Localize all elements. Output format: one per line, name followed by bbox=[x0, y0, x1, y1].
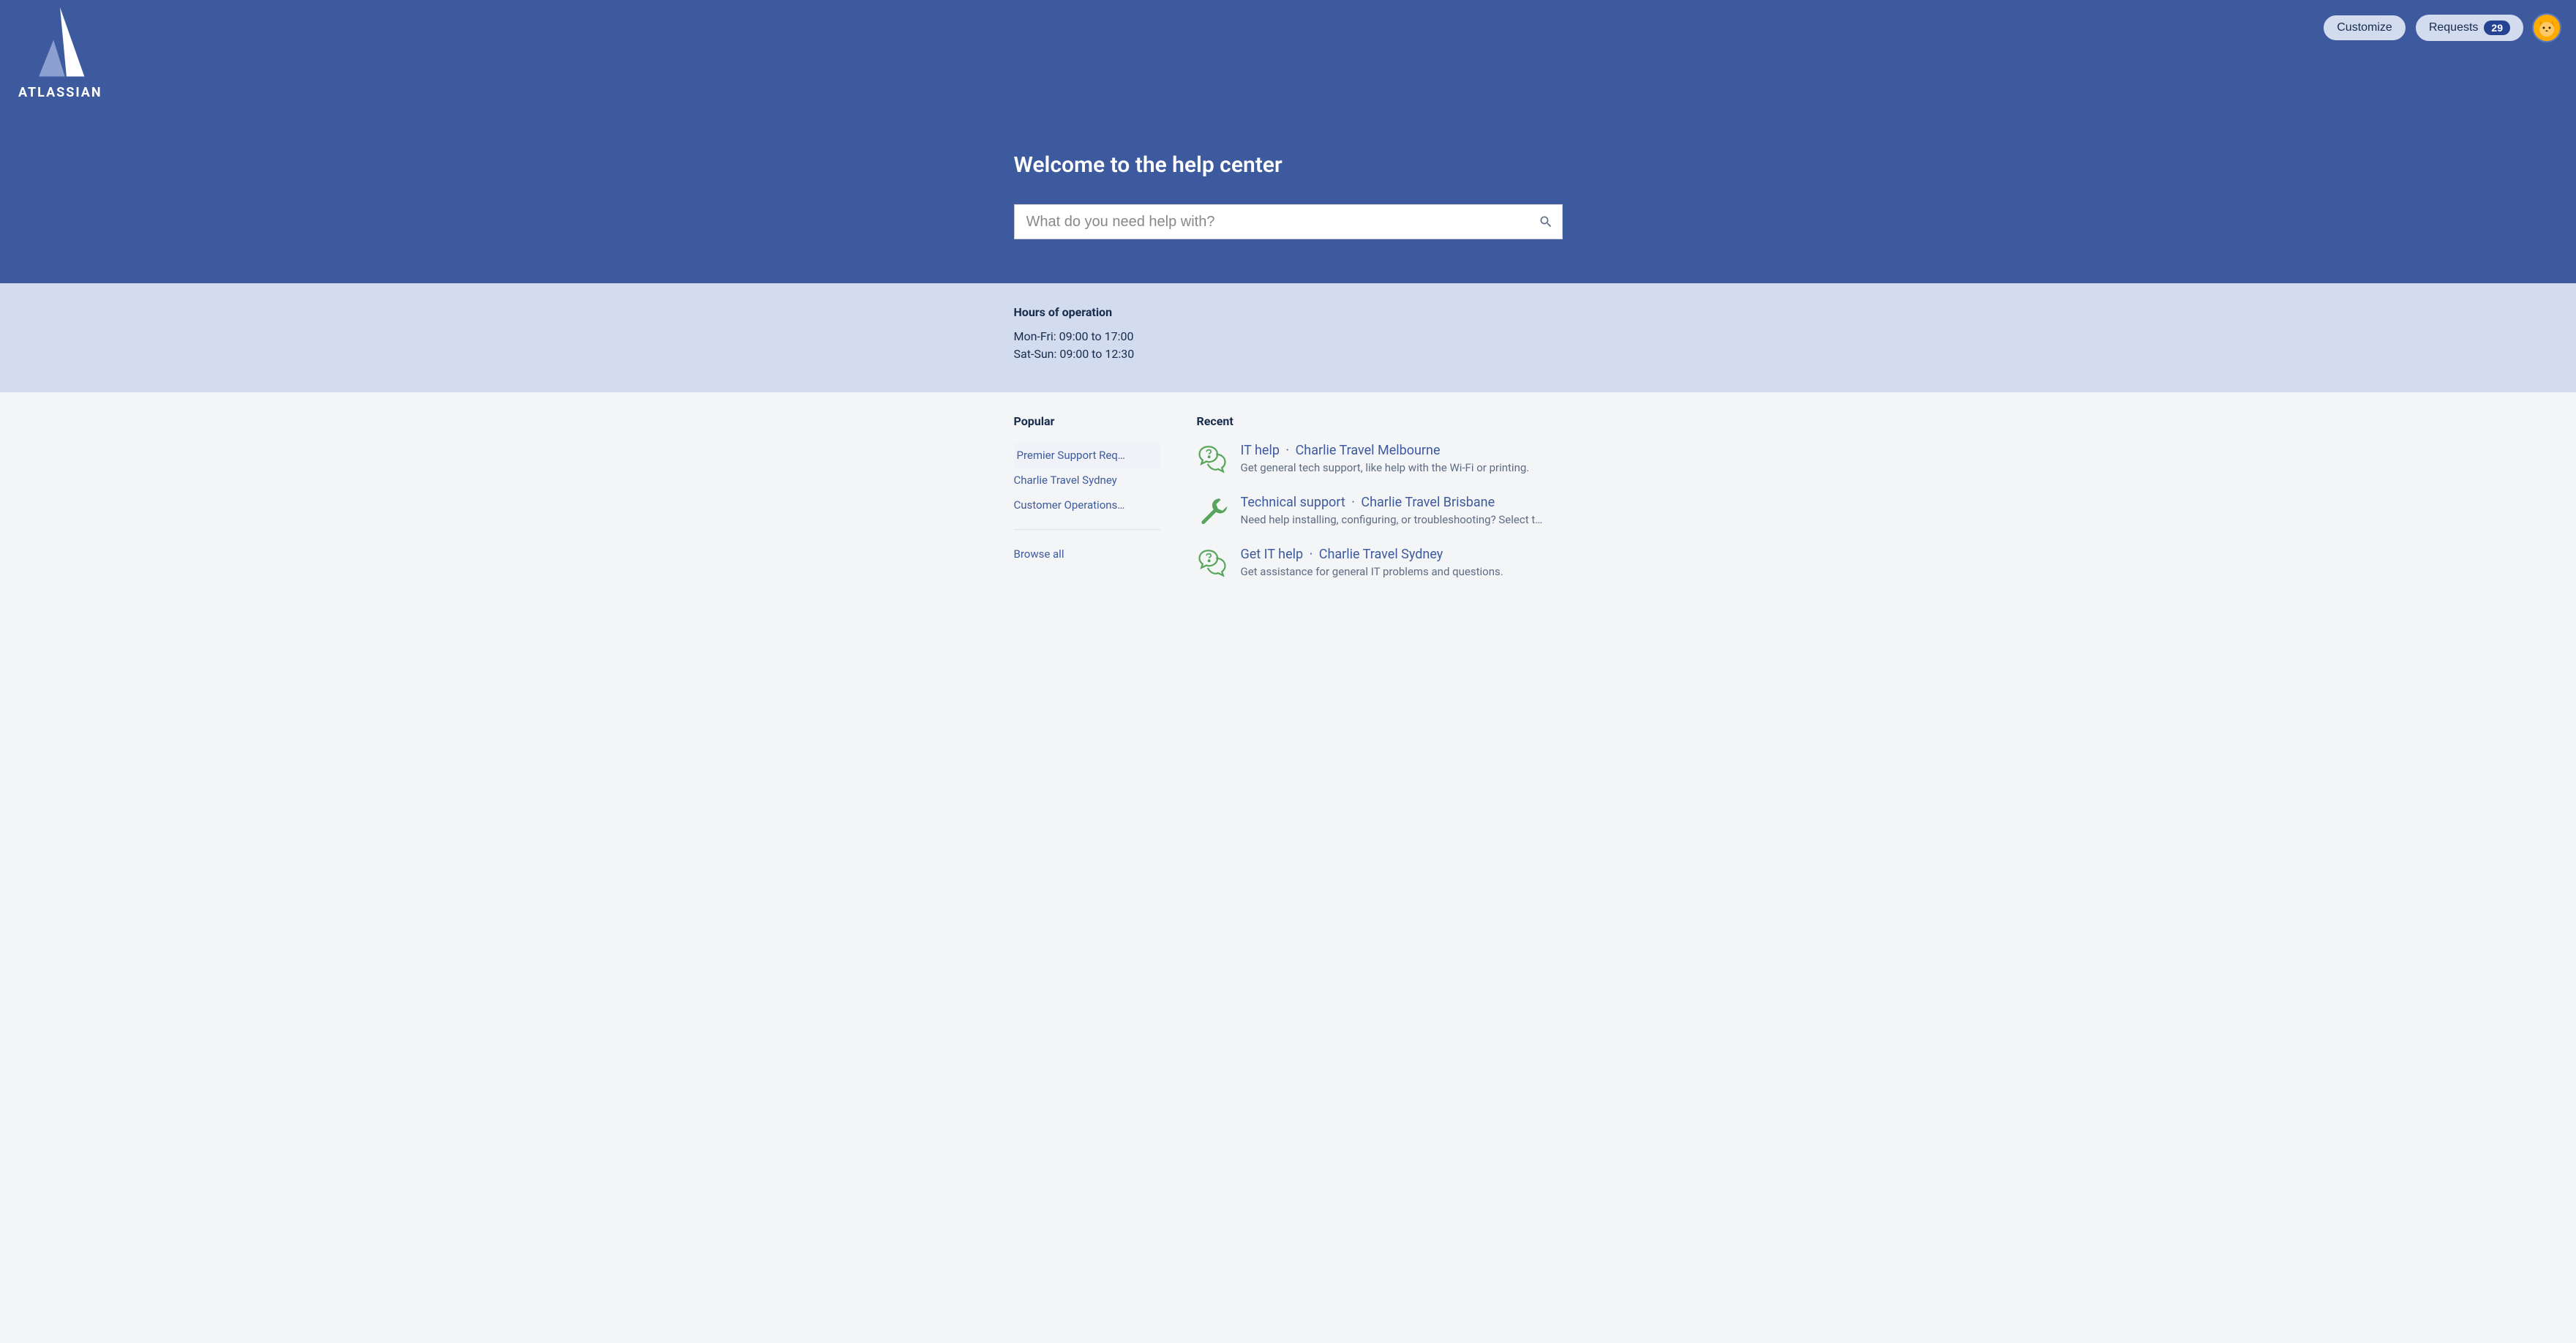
atlassian-icon bbox=[27, 7, 93, 81]
question-chat-icon bbox=[1197, 547, 1228, 577]
customize-label: Customize bbox=[2337, 21, 2392, 34]
avatar-cat-icon bbox=[2535, 16, 2558, 40]
popular-title: Popular bbox=[1014, 414, 1160, 428]
recent-item-project: Charlie Travel Melbourne bbox=[1296, 443, 1441, 458]
wrench-icon bbox=[1197, 495, 1228, 525]
hero-banner: ATLASSIAN Customize Requests 29 Welcome … bbox=[0, 0, 2576, 283]
recent-item-title-line: Technical support · Charlie Travel Brisb… bbox=[1241, 495, 1563, 510]
recent-item-desc: Get assistance for general IT problems a… bbox=[1241, 565, 1563, 578]
popular-list: Premier Support Req… Charlie Travel Sydn… bbox=[1014, 443, 1160, 517]
requests-button[interactable]: Requests 29 bbox=[2414, 13, 2525, 42]
popular-item-2[interactable]: Customer Operations… bbox=[1014, 493, 1160, 517]
requests-count-badge: 29 bbox=[2484, 20, 2510, 35]
recent-title: Recent bbox=[1197, 414, 1563, 428]
top-bar: Customize Requests 29 bbox=[15, 7, 2561, 42]
recent-list: IT help · Charlie Travel Melbourne Get g… bbox=[1197, 443, 1563, 578]
brand-logo[interactable]: ATLASSIAN bbox=[18, 7, 102, 100]
hours-title: Hours of operation bbox=[1014, 305, 1563, 319]
customize-button[interactable]: Customize bbox=[2322, 14, 2407, 42]
hours-line-1: Mon-Fri: 09:00 to 17:00 bbox=[1014, 328, 1563, 345]
recent-item-title: Technical support bbox=[1241, 495, 1345, 510]
recent-item-title: Get IT help bbox=[1241, 547, 1304, 562]
popular-item-0[interactable]: Premier Support Req… bbox=[1014, 443, 1160, 468]
requests-label: Requests bbox=[2429, 21, 2479, 34]
recent-item-title-line: IT help · Charlie Travel Melbourne bbox=[1241, 443, 1563, 458]
popular-column: Popular Premier Support Req… Charlie Tra… bbox=[1014, 414, 1160, 599]
browse-all-link[interactable]: Browse all bbox=[1014, 542, 1160, 566]
separator: · bbox=[1285, 443, 1289, 458]
brand-name: ATLASSIAN bbox=[18, 85, 102, 100]
hours-line-2: Sat-Sun: 09:00 to 12:30 bbox=[1014, 345, 1563, 363]
recent-item-title-line: Get IT help · Charlie Travel Sydney bbox=[1241, 547, 1563, 562]
question-chat-icon bbox=[1197, 443, 1228, 474]
popular-item-1[interactable]: Charlie Travel Sydney bbox=[1014, 468, 1160, 493]
search-box[interactable] bbox=[1014, 204, 1563, 239]
recent-item-project: Charlie Travel Sydney bbox=[1319, 547, 1443, 562]
hours-band: Hours of operation Mon-Fri: 09:00 to 17:… bbox=[0, 283, 2576, 392]
page-title: Welcome to the help center bbox=[1014, 152, 1563, 178]
search-input[interactable] bbox=[1024, 211, 1539, 233]
divider bbox=[1014, 529, 1160, 530]
search-icon bbox=[1539, 214, 1553, 229]
separator: · bbox=[1351, 495, 1355, 510]
main-content: Popular Premier Support Req… Charlie Tra… bbox=[1014, 392, 1563, 643]
recent-item-get-it-help[interactable]: Get IT help · Charlie Travel Sydney Get … bbox=[1197, 547, 1563, 578]
hero-content: Welcome to the help center bbox=[1014, 42, 1563, 239]
recent-item-technical-support[interactable]: Technical support · Charlie Travel Brisb… bbox=[1197, 495, 1563, 526]
avatar[interactable] bbox=[2532, 13, 2561, 42]
separator: · bbox=[1310, 547, 1313, 562]
recent-item-it-help[interactable]: IT help · Charlie Travel Melbourne Get g… bbox=[1197, 443, 1563, 474]
recent-item-project: Charlie Travel Brisbane bbox=[1361, 495, 1495, 510]
recent-item-desc: Need help installing, configuring, or tr… bbox=[1241, 513, 1563, 526]
recent-column: Recent IT help · Charlie Travel Melbour bbox=[1197, 414, 1563, 599]
recent-item-desc: Get general tech support, like help with… bbox=[1241, 461, 1563, 474]
recent-item-title: IT help bbox=[1241, 443, 1280, 458]
